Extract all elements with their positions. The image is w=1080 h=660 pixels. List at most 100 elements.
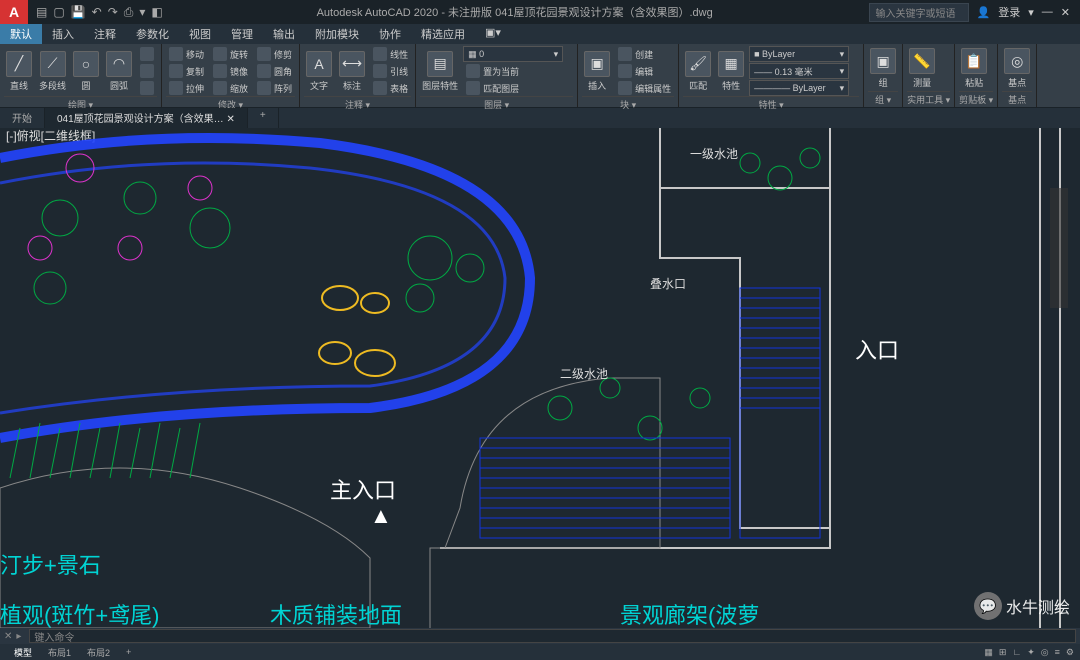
tab-output[interactable]: 输出 xyxy=(263,24,305,44)
qat-print-icon[interactable]: ⎙ xyxy=(124,5,134,20)
tab-add[interactable]: + xyxy=(248,108,279,128)
status-ortho-icon[interactable]: ∟ xyxy=(1012,647,1021,658)
app-logo[interactable]: A xyxy=(0,0,28,24)
qat-share-icon[interactable]: ◧ xyxy=(151,5,162,19)
cmd-close-icon[interactable]: ✕ xyxy=(4,631,12,642)
status-grid-icon[interactable]: ▦ xyxy=(984,647,993,658)
ribbon: ╱直线 ⟋多段线 ○圆 ◠圆弧 绘图 ▾ 移动 复制 拉伸 旋转 镜像 缩放 xyxy=(0,44,1080,108)
layer-props-button[interactable]: ▤图层特性 xyxy=(420,49,460,94)
tab-layout1[interactable]: 布局1 xyxy=(40,646,79,659)
hatch-button[interactable] xyxy=(137,80,157,96)
label-main-entry: 主入口 xyxy=(330,478,396,503)
help-icon[interactable]: ▾ xyxy=(1028,6,1034,19)
tab-default[interactable]: 默认 xyxy=(0,24,42,44)
status-snap-icon[interactable]: ⊞ xyxy=(999,647,1007,658)
make-current-button[interactable]: 置为当前 xyxy=(463,63,573,79)
panel-block-label: 块 ▾ xyxy=(582,96,674,111)
panel-clip-label: 剪贴板 ▾ xyxy=(959,91,993,106)
status-polar-icon[interactable]: ✦ xyxy=(1027,647,1035,658)
panel-layer-label: 图层 ▾ xyxy=(420,96,573,111)
copy-button[interactable]: 复制 xyxy=(166,63,207,79)
quick-access-toolbar: ▤ ▢ 💾 ↶ ↷ ⎙ ▾ ◧ xyxy=(28,5,171,20)
match-props-button[interactable]: 🖌匹配 xyxy=(683,49,713,94)
tab-collab[interactable]: 协作 xyxy=(369,24,411,44)
measure-button[interactable]: 📏测量 xyxy=(907,46,937,91)
shrubs xyxy=(28,154,212,260)
label-pool2: 二级水池 xyxy=(560,367,608,381)
label-step: 汀步+景石 xyxy=(0,553,101,578)
panel-util-label: 实用工具 ▾ xyxy=(907,91,950,106)
status-lwt-icon[interactable]: ≡ xyxy=(1055,647,1060,658)
text-button[interactable]: A文字 xyxy=(304,49,334,94)
linear-button[interactable]: 线性 xyxy=(370,46,411,62)
status-settings-icon[interactable]: ⚙ xyxy=(1066,647,1074,658)
stretch-button[interactable]: 拉伸 xyxy=(166,80,207,96)
qat-save-icon[interactable]: 💾 xyxy=(71,5,86,19)
command-input[interactable]: 键入命令 xyxy=(29,629,1076,643)
tab-add-layout[interactable]: + xyxy=(118,647,139,657)
rect-button[interactable] xyxy=(137,46,157,62)
tab-view[interactable]: 视图 xyxy=(179,24,221,44)
layer-combo[interactable]: ▦ 0▾ xyxy=(463,46,563,62)
tab-file[interactable]: 041屋顶花园景观设计方案（含效果… ✕ xyxy=(45,108,248,128)
tab-expand-icon[interactable]: ▣▾ xyxy=(475,24,511,44)
color-combo[interactable]: ■ ByLayer▾ xyxy=(749,46,849,62)
arc-button[interactable]: ◠圆弧 xyxy=(104,49,134,94)
rotate-button[interactable]: 旋转 xyxy=(210,46,251,62)
drawing-canvas[interactable]: [-]俯视[二维线框] 一级水池 二级水池 叠水口 主入口 xyxy=(0,128,1080,628)
move-button[interactable]: 移动 xyxy=(166,46,207,62)
tab-manage[interactable]: 管理 xyxy=(221,24,263,44)
tab-addins[interactable]: 附加模块 xyxy=(305,24,369,44)
label-water: 叠水口 xyxy=(650,277,686,291)
table-button[interactable]: 表格 xyxy=(370,80,411,96)
watermark: 💬 水牛测绘 xyxy=(974,592,1070,620)
create-block-button[interactable]: 创建 xyxy=(615,46,674,62)
tab-start[interactable]: 开始 xyxy=(0,108,45,128)
insert-block-button[interactable]: ▣插入 xyxy=(582,49,612,94)
tab-featured[interactable]: 精选应用 xyxy=(411,24,475,44)
ellipse-button[interactable] xyxy=(137,63,157,79)
user-icon[interactable]: 👤 xyxy=(977,6,991,19)
polyline-button[interactable]: ⟋多段线 xyxy=(37,49,68,94)
lineweight-combo[interactable]: —— 0.13 毫米▾ xyxy=(749,63,849,79)
leader-button[interactable]: 引线 xyxy=(370,63,411,79)
qat-redo-icon[interactable]: ↷ xyxy=(108,5,118,19)
panel-annotation: A文字 ⟷标注 线性 引线 表格 注释 ▾ xyxy=(300,44,416,107)
scale-button[interactable]: 缩放 xyxy=(210,80,251,96)
tab-annotate[interactable]: 注释 xyxy=(84,24,126,44)
basepoint-button[interactable]: ◎基点 xyxy=(1002,46,1032,91)
ribbon-tabs: 默认 插入 注释 参数化 视图 管理 输出 附加模块 协作 精选应用 ▣▾ xyxy=(0,24,1080,44)
qat-new-icon[interactable]: ▤ xyxy=(36,5,47,19)
circle-button[interactable]: ○圆 xyxy=(71,49,101,94)
minimize-icon[interactable]: — xyxy=(1042,6,1053,18)
edit-attr-button[interactable]: 编辑属性 xyxy=(615,80,674,96)
tab-model[interactable]: 模型 xyxy=(6,646,40,659)
qat-more-icon[interactable]: ▾ xyxy=(139,5,145,19)
tab-parametric[interactable]: 参数化 xyxy=(126,24,179,44)
paste-button[interactable]: 📋粘贴 xyxy=(959,46,989,91)
login-link[interactable]: 登录 xyxy=(998,4,1020,20)
trim-button[interactable]: 修剪 xyxy=(254,46,295,62)
tab-layout2[interactable]: 布局2 xyxy=(79,646,118,659)
group-button[interactable]: ▣组 xyxy=(868,46,898,91)
status-osnap-icon[interactable]: ◎ xyxy=(1041,647,1049,658)
properties-button[interactable]: ▦特性 xyxy=(716,49,746,94)
dimension-button[interactable]: ⟷标注 xyxy=(337,49,367,94)
mirror-button[interactable]: 镜像 xyxy=(210,63,251,79)
search-input[interactable]: 输入关键字或短语 xyxy=(869,3,969,22)
line-button[interactable]: ╱直线 xyxy=(4,49,34,94)
file-tabs: 开始 041屋顶花园景观设计方案（含效果… ✕ + xyxy=(0,108,1080,128)
decking xyxy=(480,288,820,538)
array-button[interactable]: 阵列 xyxy=(254,80,295,96)
fillet-button[interactable]: 圆角 xyxy=(254,63,295,79)
bamboo xyxy=(10,423,200,478)
close-icon[interactable]: ✕ xyxy=(1061,6,1070,19)
tab-insert[interactable]: 插入 xyxy=(42,24,84,44)
linetype-combo[interactable]: ———— ByLayer▾ xyxy=(749,80,849,96)
edit-block-button[interactable]: 编辑 xyxy=(615,63,674,79)
panel-draw: ╱直线 ⟋多段线 ○圆 ◠圆弧 绘图 ▾ xyxy=(0,44,162,107)
qat-open-icon[interactable]: ▢ xyxy=(53,5,64,19)
panel-layer: ▤图层特性 ▦ 0▾ 置为当前 匹配图层 图层 ▾ xyxy=(416,44,578,107)
match-layer-button[interactable]: 匹配图层 xyxy=(463,80,573,96)
qat-undo-icon[interactable]: ↶ xyxy=(92,5,102,19)
